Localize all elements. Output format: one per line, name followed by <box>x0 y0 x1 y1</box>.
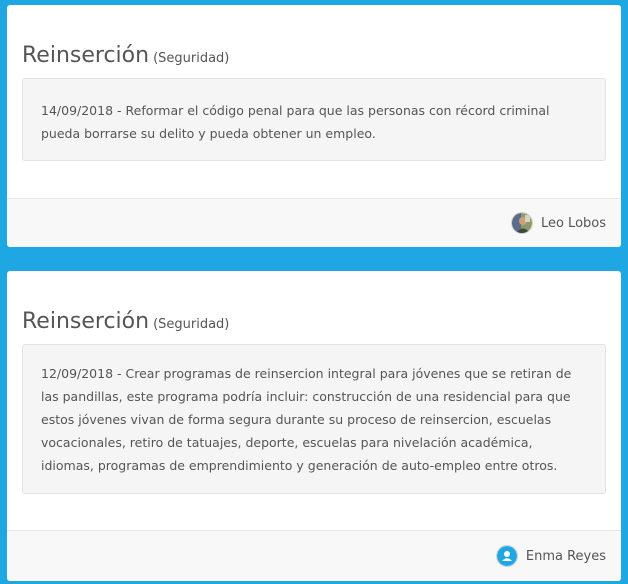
post-text: 12/09/2018 - Crear programas de reinserc… <box>41 366 572 473</box>
post-card-body: Reinserción (Seguridad) 14/09/2018 - Refo… <box>7 5 621 161</box>
post-card: Reinserción (Seguridad) 12/09/2018 - Crea… <box>7 271 621 581</box>
post-text: 14/09/2018 - Reformar el código penal pa… <box>41 103 550 141</box>
post-card: Reinserción (Seguridad) 14/09/2018 - Refo… <box>7 5 621 247</box>
post-text-box: 14/09/2018 - Reformar el código penal pa… <box>22 78 606 161</box>
post-title: Reinserción (Seguridad) <box>22 271 606 334</box>
author-name: Enma Reyes <box>525 548 606 564</box>
author-link[interactable]: Enma Reyes <box>495 545 606 567</box>
author-name: Leo Lobos <box>540 215 606 231</box>
post-category: (Seguridad) <box>153 317 230 332</box>
post-title-text: Reinserción <box>22 309 150 334</box>
post-title: Reinserción (Seguridad) <box>22 5 606 68</box>
post-category: (Seguridad) <box>153 51 230 66</box>
user-photo-icon <box>510 212 533 234</box>
post-card-body: Reinserción (Seguridad) 12/09/2018 - Crea… <box>7 271 621 494</box>
author-link[interactable]: Leo Lobos <box>510 212 606 234</box>
post-text-box: 12/09/2018 - Crear programas de reinserc… <box>22 344 606 494</box>
post-footer: Enma Reyes <box>7 530 621 581</box>
post-footer: Leo Lobos <box>7 198 621 247</box>
post-title-text: Reinserción <box>22 43 150 68</box>
default-user-icon <box>495 545 518 567</box>
